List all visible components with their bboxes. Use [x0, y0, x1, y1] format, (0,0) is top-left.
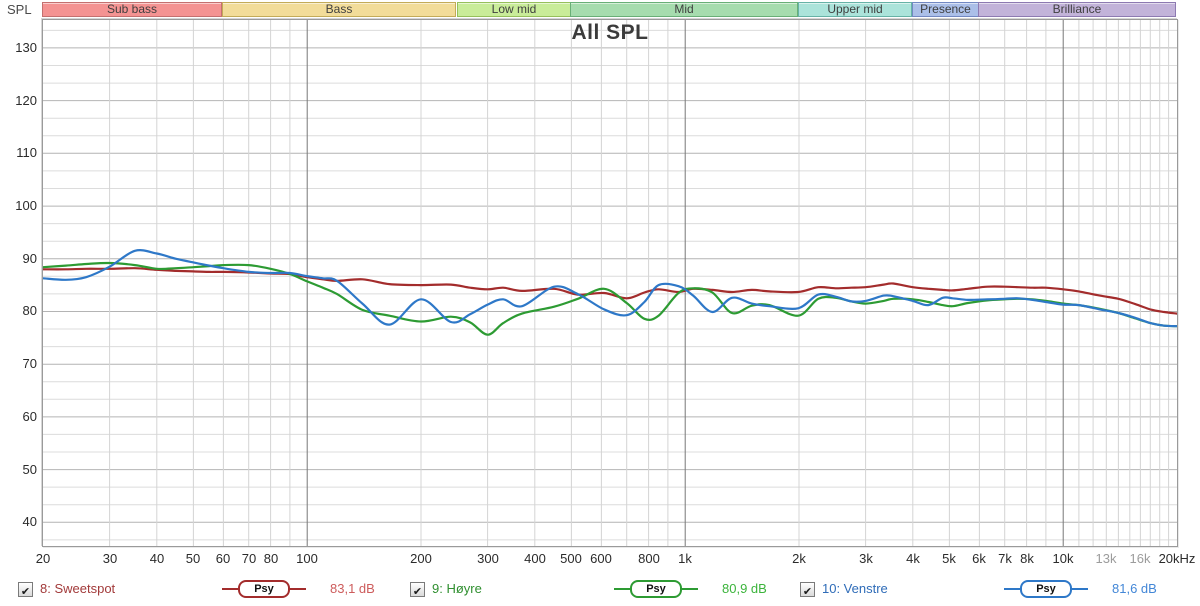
x-tick-label: 2k [792, 551, 806, 566]
y-tick-label: 90 [22, 251, 37, 266]
chart-title: All SPL [571, 21, 649, 44]
y-tick-label: 60 [22, 409, 37, 424]
band-low-mid: Low mid [457, 2, 571, 17]
legend-item-venstre: ✔ 10: Venstre Psy 81,6 dB [800, 579, 1180, 601]
legend-item-sweetspot: ✔ 8: Sweetspot Psy 83,1 dB [18, 579, 398, 601]
legend-item-hoyre: ✔ 9: Høyre Psy 80,9 dB [410, 579, 790, 601]
y-tick-label: 130 [15, 40, 37, 55]
trace-checkbox-hoyre[interactable]: ✔ [410, 582, 425, 598]
gridlines [43, 20, 1177, 546]
y-axis-title: SPL [7, 2, 32, 17]
psy-smoothing-badge: Psy [238, 580, 290, 598]
y-tick-label: 70 [22, 356, 37, 371]
trace-line-sample [682, 588, 698, 590]
band-presence: Presence [912, 2, 979, 17]
band-upper-mid: Upper mid [798, 2, 912, 17]
y-tick-label: 40 [22, 514, 37, 529]
psy-smoothing-badge: Psy [630, 580, 682, 598]
trace-line-sample [290, 588, 306, 590]
band-bass: Bass [222, 2, 456, 17]
trace-line-sample [614, 588, 630, 590]
plot-area[interactable] [41, 19, 1179, 547]
y-tick-label: 120 [15, 93, 37, 108]
rew-spl-window: SPL Sub bass Bass Low mid Mid Upper mid Prese… [0, 0, 1200, 606]
trace-checkbox-venstre[interactable]: ✔ [800, 582, 815, 598]
y-tick-label: 110 [16, 145, 37, 160]
trace-10-venstre [41, 249, 1179, 328]
smoothing-badge-venstre: Psy [1004, 579, 1090, 599]
smoothing-badge-sweetspot: Psy [222, 579, 308, 599]
trace-label-sweetspot[interactable]: 8: Sweetspot [40, 581, 115, 596]
y-tick-label: 80 [22, 303, 37, 318]
y-tick-label: 100 [15, 198, 37, 213]
spl-chart [41, 20, 1179, 546]
band-mid: Mid [570, 2, 798, 17]
trace-level-value: 83,1 dB [330, 581, 375, 596]
trace-line-sample [1004, 588, 1020, 590]
trace-label-hoyre[interactable]: 9: Høyre [432, 581, 482, 596]
x-tick-label: 100 [296, 551, 318, 566]
x-tick-label: 200 [410, 551, 432, 566]
trace-level-value: 81,6 dB [1112, 581, 1157, 596]
x-tick-label: 20kHz [1158, 551, 1196, 566]
trace-line-sample [222, 588, 238, 590]
band-sub-bass: Sub bass [42, 2, 222, 17]
trace-line-sample [1072, 588, 1088, 590]
trace-label-venstre[interactable]: 10: Venstre [822, 581, 888, 596]
psy-smoothing-badge: Psy [1020, 580, 1072, 598]
y-tick-label: 50 [22, 462, 37, 477]
x-tick-label: 1k [678, 551, 692, 566]
trace-level-value: 80,9 dB [722, 581, 767, 596]
trace-checkbox-sweetspot[interactable]: ✔ [18, 582, 33, 598]
band-brilliance: Brilliance [978, 2, 1176, 17]
smoothing-badge-hoyre: Psy [614, 579, 700, 599]
x-tick-label: 20 [35, 551, 51, 566]
